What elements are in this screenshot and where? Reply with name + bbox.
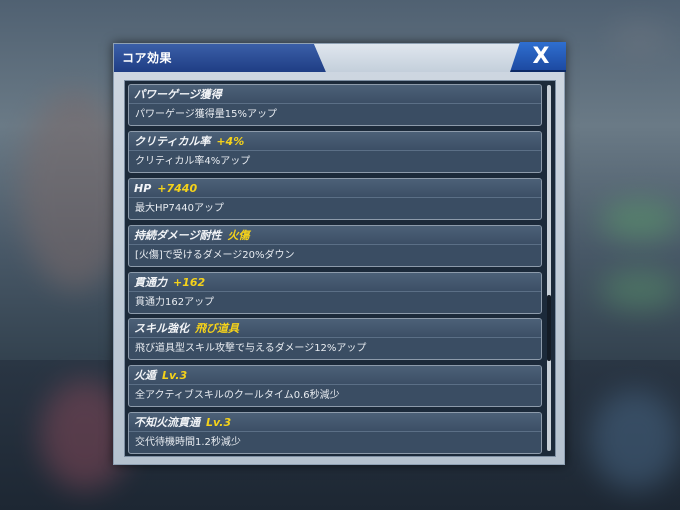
background-green-panel: [600, 270, 680, 310]
effect-name: クリティカル率: [134, 134, 211, 148]
effect-value: 飛び道具: [195, 322, 239, 336]
scrollbar[interactable]: [547, 85, 551, 451]
effect-description: [火傷]で受けるダメージ20%ダウン: [135, 249, 295, 261]
effect-description: 最大HP7440アップ: [135, 202, 224, 214]
effect-item: 火遁 Lv.3 全アクティブスキルのクールタイム0.6秒減少: [128, 365, 542, 408]
background-panel: [590, 390, 680, 490]
effect-description: 全アクティブスキルのクールタイム0.6秒減少: [135, 390, 340, 402]
effect-header: HP +7440: [129, 178, 541, 198]
dialog-title: コア効果: [122, 51, 173, 65]
effect-description: パワーゲージ獲得量15%アップ: [135, 109, 278, 120]
effect-header: 貫通力 +162: [129, 272, 541, 292]
effect-name: パワーゲージ獲得: [134, 88, 222, 101]
effect-value: Lv.3: [162, 369, 188, 383]
effect-header: スキル強化 飛び道具: [129, 319, 541, 339]
effect-header: 火遁 Lv.3: [129, 366, 541, 386]
effect-value: +162: [173, 275, 206, 289]
effect-description: 飛び道具型スキル攻撃で与えるダメージ12%アップ: [135, 343, 367, 355]
effect-name: 貫通力: [134, 275, 167, 289]
core-effect-dialog: コア効果 X パワーゲージ獲得 パワーゲージ獲得量15%アップ クリティカル率 +4%…: [113, 42, 566, 465]
effect-value: 火傷: [227, 228, 250, 242]
effect-name: スキル強化: [134, 322, 189, 336]
effect-value: +7440: [157, 181, 198, 195]
effect-header: 持続ダメージ耐性 火傷: [129, 225, 541, 245]
effect-name: 持続ダメージ耐性: [134, 228, 222, 242]
effect-description: 交代待機時間1.2秒減少: [135, 437, 241, 449]
effect-header: クリティカル率 +4%: [129, 131, 541, 151]
effects-list-panel[interactable]: パワーゲージ獲得 パワーゲージ獲得量15%アップ クリティカル率 +4% クリティカル率…: [124, 80, 556, 457]
effect-item: HP +7440 最大HP7440アップ: [128, 177, 542, 220]
effect-item: 貫通力 +162 貫通力162アップ: [128, 271, 542, 314]
effects-list: パワーゲージ獲得 パワーゲージ獲得量15%アップ クリティカル率 +4% クリティカル率…: [128, 84, 542, 456]
effect-item: 持続ダメージ耐性 火傷 [火傷]で受けるダメージ20%ダウン: [128, 224, 542, 267]
effect-value: Lv.3: [206, 416, 232, 430]
effect-item: 不知火流貫通 Lv.3 交代待機時間1.2秒減少: [128, 412, 542, 455]
effect-header: 不知火流貫通 Lv.3: [129, 413, 541, 433]
effect-description: クリティカル率4%アップ: [135, 155, 251, 167]
background-element: [610, 20, 670, 60]
effect-name: 不知火流貫通: [134, 416, 200, 430]
effect-header: パワーゲージ獲得: [129, 85, 541, 104]
effect-item: パワーゲージ獲得パワーゲージ獲得量15%アップ: [128, 84, 542, 126]
effect-value: +4%: [216, 134, 245, 148]
background-green-panel: [600, 200, 680, 240]
scrollbar-thumb[interactable]: [547, 295, 551, 361]
effect-name: 火遁: [134, 369, 156, 383]
effect-item: クリティカル率 +4% クリティカル率4%アップ: [128, 130, 542, 173]
effect-description: 貫通力162アップ: [135, 296, 215, 308]
effect-name: HP: [134, 181, 152, 195]
effect-item: スキル強化 飛び道具飛び道具型スキル攻撃で与えるダメージ12%アップ: [128, 318, 542, 361]
